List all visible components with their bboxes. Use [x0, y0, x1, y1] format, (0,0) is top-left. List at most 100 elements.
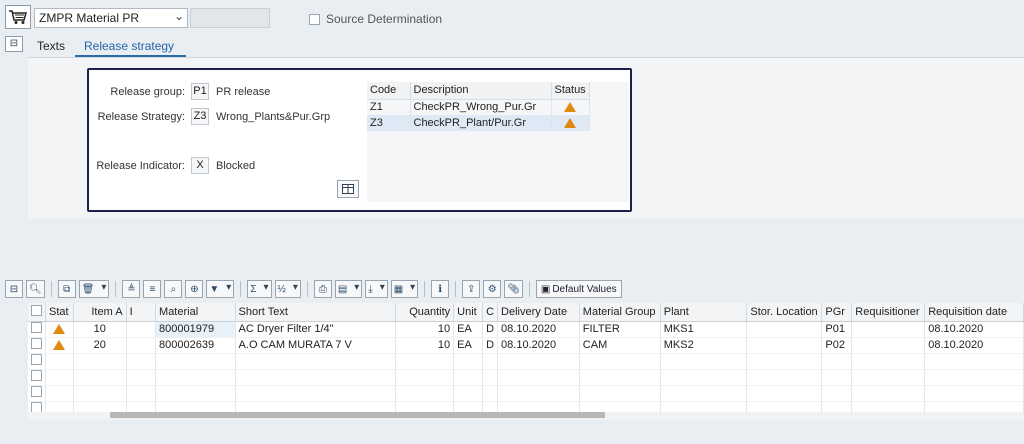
export-button[interactable]: ⤓	[365, 280, 388, 298]
shopping-cart-button[interactable]	[5, 5, 31, 29]
chevron-down-icon: ⌄	[173, 9, 184, 23]
row-select[interactable]	[28, 353, 46, 370]
total-button[interactable]: Σ	[247, 280, 272, 298]
sort-descending-button[interactable]: ≡	[143, 280, 162, 298]
empty-row[interactable]	[28, 353, 1024, 370]
scrollbar-thumb[interactable]	[110, 412, 605, 418]
row-checkbox[interactable]	[31, 354, 42, 365]
collapse-items-button[interactable]: ⊟	[5, 280, 23, 298]
empty-row[interactable]	[28, 385, 1024, 402]
sort-ascending-button[interactable]: ≜	[122, 280, 141, 298]
column-header-material-group[interactable]: Material Group	[579, 303, 661, 322]
column-header-pgr[interactable]: PGr	[821, 303, 853, 322]
copy-button[interactable]: ⧉	[57, 280, 76, 298]
i-cell[interactable]	[126, 321, 157, 338]
column-header-material[interactable]: Material	[155, 303, 236, 322]
views-button[interactable]: ▤	[334, 280, 363, 298]
material-cell[interactable]: 800002639	[155, 337, 236, 354]
tab-release-strategy[interactable]: Release strategy	[84, 39, 174, 53]
sum-icon: Σ	[250, 283, 257, 295]
column-header-requisitioner[interactable]: Requisitioner	[851, 303, 926, 322]
row-select[interactable]	[28, 321, 46, 338]
find-next-button[interactable]: ⊕	[185, 280, 204, 298]
c-cell[interactable]: D	[482, 321, 499, 338]
table-row[interactable]: 20 800002639 A.O CAM MURATA 7 V 10 EA D …	[28, 337, 1024, 354]
column-header-stat[interactable]: Stat	[45, 303, 74, 322]
pgr-cell[interactable]: P01	[821, 321, 853, 338]
column-header-item[interactable]: Item A	[73, 303, 127, 322]
info-button[interactable]: ℹ	[431, 280, 450, 298]
row-select[interactable]	[28, 337, 46, 354]
source-determination[interactable]: Source Determination	[309, 12, 442, 26]
stor-location-cell[interactable]	[746, 337, 823, 354]
find-button[interactable]: ⌕	[164, 280, 183, 298]
short-text-cell[interactable]: A.O CAM MURATA 7 V	[235, 337, 397, 354]
material-cell[interactable]: 800001979	[155, 321, 236, 338]
unit-cell[interactable]: EA	[453, 337, 484, 354]
column-header-code: Code	[367, 82, 411, 100]
requisition-date-cell[interactable]: 08.10.2020	[924, 321, 1024, 338]
upload-button[interactable]: ⇪	[462, 280, 481, 298]
column-header-plant[interactable]: Plant	[660, 303, 748, 322]
layout-button[interactable]: ▦	[390, 280, 419, 298]
release-code-row[interactable]: Z1 CheckPR_Wrong_Pur.Gr	[367, 99, 590, 115]
column-header-unit[interactable]: Unit	[453, 303, 484, 322]
c-cell[interactable]: D	[482, 337, 499, 354]
collapse-header-button[interactable]: ⊟	[5, 36, 23, 52]
row-select[interactable]	[28, 385, 46, 402]
delivery-date-cell[interactable]: 08.10.2020	[497, 321, 580, 338]
delete-button[interactable]: 🗑︎	[78, 280, 110, 298]
filter-button[interactable]: ▼	[206, 280, 235, 298]
delivery-date-cell[interactable]: 08.10.2020	[497, 337, 580, 354]
material-group-cell[interactable]: CAM	[579, 337, 661, 354]
plant-cell[interactable]: MKS1	[660, 321, 748, 338]
plant-cell[interactable]: MKS2	[660, 337, 748, 354]
release-options-button[interactable]	[337, 180, 359, 198]
source-determination-checkbox[interactable]	[309, 13, 320, 25]
source-determination-label: Source Determination	[326, 12, 443, 26]
item-toolbar: ⊟ 🔍︎ ⧉ 🗑︎ ≜ ≡ ⌕ ⊕ ▼ Σ ½ ⎙ ▤ ⤓ ▦ ℹ ⇪ ⚙ 📎︎…	[5, 278, 1024, 300]
column-header-short-text[interactable]: Short Text	[235, 303, 397, 322]
toolbar-separator	[455, 281, 457, 297]
subtotal-button[interactable]: ½	[274, 280, 301, 298]
search-next-icon: ⊕	[190, 283, 199, 295]
warning-triangle-icon	[53, 340, 66, 351]
quantity-cell[interactable]: 10	[395, 321, 455, 338]
document-type-select[interactable]: ZMPR Material PR ⌄	[34, 8, 188, 28]
requisitioner-cell[interactable]	[851, 337, 926, 354]
requisition-date-cell[interactable]: 08.10.2020	[924, 337, 1024, 354]
column-header-c[interactable]: C	[482, 303, 499, 322]
attachment-button[interactable]: 📎︎	[504, 280, 523, 298]
column-header-requisition-date[interactable]: Requisition date	[924, 303, 1024, 322]
release-code-row[interactable]: Z3 CheckPR_Plant/Pur.Gr	[367, 115, 590, 131]
default-values-button[interactable]: ▣ Default Values	[535, 280, 622, 298]
requisitioner-cell[interactable]	[851, 321, 926, 338]
select-all-header[interactable]	[28, 303, 46, 322]
tab-texts[interactable]: Texts	[37, 39, 65, 53]
i-cell[interactable]	[126, 337, 157, 354]
row-checkbox[interactable]	[31, 386, 42, 397]
details-button[interactable]: 🔍︎	[26, 280, 45, 298]
material-group-cell[interactable]: FILTER	[579, 321, 661, 338]
print-button[interactable]: ⎙	[313, 280, 332, 298]
stor-location-cell[interactable]	[746, 321, 823, 338]
default-values-label: Default Values	[552, 283, 617, 295]
services-button[interactable]: ⚙	[483, 280, 502, 298]
quantity-cell[interactable]: 10	[395, 337, 455, 354]
table-row[interactable]: 10 800001979 AC Dryer Filter 1/4" 10 EA …	[28, 321, 1024, 338]
empty-row[interactable]	[28, 369, 1024, 386]
pgr-cell[interactable]: P02	[821, 337, 853, 354]
unit-cell[interactable]: EA	[453, 321, 484, 338]
short-text-cell[interactable]: AC Dryer Filter 1/4"	[235, 321, 397, 338]
column-header-quantity[interactable]: Quantity	[395, 303, 455, 322]
row-checkbox[interactable]	[31, 370, 42, 381]
column-header-i[interactable]: I	[126, 303, 157, 322]
item-cell[interactable]: 10	[73, 321, 127, 338]
item-cell[interactable]: 20	[73, 337, 127, 354]
column-header-stor-location[interactable]: Stor. Location	[746, 303, 823, 322]
row-checkbox[interactable]	[31, 322, 42, 333]
row-checkbox[interactable]	[31, 338, 42, 349]
select-all-checkbox[interactable]	[31, 304, 42, 316]
row-select[interactable]	[28, 369, 46, 386]
column-header-delivery-date[interactable]: Delivery Date	[497, 303, 580, 322]
